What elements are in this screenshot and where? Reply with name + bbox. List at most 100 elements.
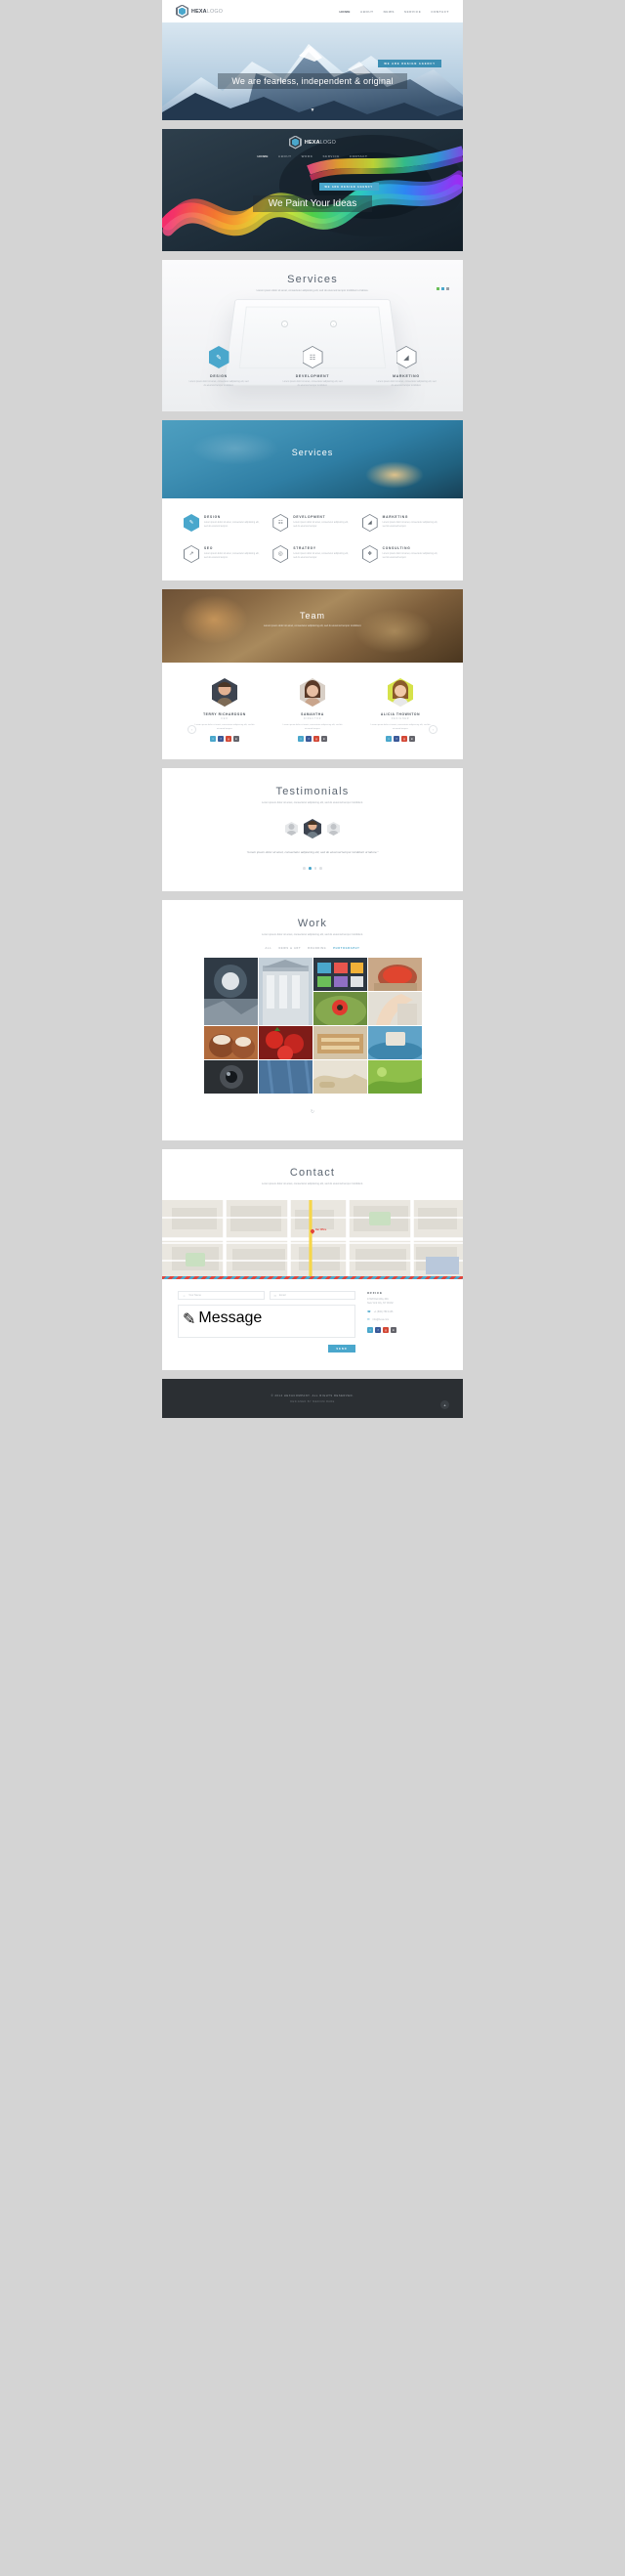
work-item[interactable] (312, 1026, 367, 1060)
dot-4[interactable] (319, 867, 322, 871)
work-item[interactable] (367, 992, 422, 1026)
work-item[interactable] (258, 1060, 312, 1095)
service-card-marketing[interactable]: ◢ MARKETING Lorem ipsum dolor sit amet, … (361, 514, 441, 532)
email-field[interactable]: ✉ Email (269, 1291, 355, 1301)
avatar-active[interactable] (304, 819, 321, 839)
section-subtitle: Lorem ipsum dolor sit amet, consectetur … (262, 933, 363, 937)
twitter-icon[interactable]: t (298, 736, 304, 743)
scroll-down-icon[interactable]: ▼ (311, 107, 315, 113)
filter-branding[interactable]: BRANDING (308, 947, 326, 950)
nav-item-service[interactable]: SERVICE (404, 10, 421, 14)
google-plus-icon[interactable]: g (226, 736, 231, 743)
nav-item-home[interactable]: HOME (258, 154, 269, 158)
twitter-icon[interactable]: t (386, 736, 392, 743)
work-item[interactable] (312, 992, 367, 1026)
hero-mountain: WE ARE DESIGN AGENCY We are fearless, in… (162, 22, 463, 120)
work-load-more-icon[interactable]: ↻ (162, 1109, 463, 1115)
logo[interactable]: HEXALOGO (288, 135, 337, 150)
nav-item-home[interactable]: HOME (340, 10, 351, 14)
service-name: STRATEGY (293, 546, 316, 550)
linkedin-icon[interactable]: in (391, 1327, 396, 1334)
google-plus-icon[interactable]: g (401, 736, 407, 743)
email-address[interactable]: info@hexa.com (373, 1318, 390, 1321)
avatar[interactable] (285, 822, 298, 837)
filter-photography[interactable]: PHOTOGRAPHY (333, 947, 359, 950)
facebook-icon[interactable]: f (375, 1327, 381, 1334)
map[interactable]: Our Office (162, 1200, 463, 1277)
service-card-design[interactable]: ✎ DESIGN Lorem ipsum dolor sit amet, con… (184, 514, 263, 532)
work-item[interactable] (203, 1060, 258, 1095)
google-plus-icon[interactable]: g (383, 1327, 389, 1334)
section-title: Services (291, 448, 334, 457)
service-card-design[interactable]: ✎ DESIGN Lorem ipsum dolor sit amet, con… (188, 346, 249, 388)
linkedin-icon[interactable]: in (409, 736, 415, 743)
dot-green[interactable] (437, 287, 439, 290)
logo-text-light: LOGO (319, 139, 337, 146)
member-socials: tf g in (370, 736, 431, 743)
back-to-top-button[interactable]: ▲ (440, 1400, 449, 1410)
dot-3[interactable] (313, 867, 317, 871)
team-next-button[interactable]: › (429, 725, 438, 734)
nav-item-news[interactable]: NEWS (384, 10, 395, 14)
dot-grey[interactable] (446, 287, 449, 290)
team-member[interactable]: ALICIA THOWNTON DESIGNER Lorem ipsum dol… (370, 678, 431, 743)
service-text: Lorem ipsum dolor sit amet, consectetur … (382, 522, 438, 528)
nav-item-about[interactable]: ABOUT (360, 10, 374, 14)
filter-news-art[interactable]: NEWS & ART (278, 947, 301, 950)
team-member[interactable]: TERRY RICHARDSON CEO Lorem ipsum dolor s… (194, 678, 255, 743)
nav-item-service[interactable]: SERVICE (323, 154, 340, 158)
facebook-icon[interactable]: f (218, 736, 224, 743)
work-item[interactable] (367, 1060, 422, 1095)
envelope-icon: ✉ (367, 1317, 370, 1322)
team-member[interactable]: SAMANTHA DIRECTOR Lorem ipsum dolor sit … (282, 678, 343, 743)
dot-blue[interactable] (441, 287, 444, 290)
facebook-icon[interactable]: f (306, 736, 312, 743)
work-item[interactable] (258, 958, 312, 1026)
hero-rainbow: HEXALOGO HOME ABOUT WORK SERVICE CONTACT… (162, 129, 463, 251)
slider-color-dots[interactable] (437, 287, 449, 290)
work-item[interactable] (258, 1026, 312, 1060)
nav-item-contact[interactable]: CONTACT (431, 10, 449, 14)
send-button[interactable]: SEND (328, 1345, 355, 1353)
linkedin-icon[interactable]: in (321, 736, 327, 743)
service-text: Lorem ipsum dolor sit amet, consectetur … (188, 381, 249, 387)
twitter-icon[interactable]: t (210, 736, 216, 743)
logo[interactable]: HEXALOGO (176, 4, 223, 19)
dot-1[interactable] (303, 867, 306, 871)
slider-prev-button[interactable]: ‹ (281, 321, 288, 327)
service-name: DEVELOPMENT (295, 374, 330, 378)
avatar[interactable] (327, 822, 340, 837)
service-card-development[interactable]: ☷ DEVELOPMENT Lorem ipsum dolor sit amet… (282, 346, 343, 388)
name-field[interactable]: ☺ Your Name (178, 1291, 265, 1301)
work-item[interactable] (312, 958, 367, 992)
google-plus-icon[interactable]: g (313, 736, 319, 743)
service-text: Lorem ipsum dolor sit amet, consectetur … (204, 522, 260, 528)
service-card-marketing[interactable]: ◢ MARKETING Lorem ipsum dolor sit amet, … (376, 346, 437, 388)
work-item[interactable] (203, 958, 258, 1026)
dot-2-active[interactable] (308, 867, 312, 871)
message-field[interactable]: ✎ Message (178, 1305, 355, 1339)
work-item[interactable] (367, 1026, 422, 1060)
nav-item-work[interactable]: WORK (302, 154, 313, 158)
nav-item-about[interactable]: ABOUT (278, 154, 292, 158)
work-item[interactable] (312, 1060, 367, 1095)
testimonial-quote: "Lorem ipsum dolor sit amet, consectetur… (246, 850, 379, 855)
hero-headline-text: We Paint Your Ideas (252, 195, 373, 212)
main-nav-light: HOME ABOUT NEWS SERVICE CONTACT (340, 10, 449, 14)
service-card-strategy[interactable]: ◎ STRATEGY Lorem ipsum dolor sit amet, c… (272, 545, 352, 563)
linkedin-icon[interactable]: in (233, 736, 239, 743)
hero-headline: We Paint Your Ideas (162, 193, 463, 212)
phone-number: +1 (800) 789 4136 (373, 1309, 394, 1313)
slider-next-button[interactable]: › (330, 321, 337, 327)
section-footer: © 2014 HEXACOMPANY. ALL RIGHTS RESERVED.… (162, 1379, 463, 1419)
service-card-seo[interactable]: ↗ SEO Lorem ipsum dolor sit amet, consec… (184, 545, 263, 563)
facebook-icon[interactable]: f (394, 736, 399, 743)
work-item[interactable] (203, 1026, 258, 1060)
filter-all[interactable]: ALL (265, 947, 271, 950)
work-item[interactable] (367, 958, 422, 992)
service-card-consulting[interactable]: ❖ CONSULTING Lorem ipsum dolor sit amet,… (361, 545, 441, 563)
twitter-icon[interactable]: t (367, 1327, 373, 1334)
team-prev-button[interactable]: ‹ (188, 725, 196, 734)
service-card-development[interactable]: ☷ DEVELOPMENT Lorem ipsum dolor sit amet… (272, 514, 352, 532)
nav-item-contact[interactable]: CONTACT (350, 154, 368, 158)
